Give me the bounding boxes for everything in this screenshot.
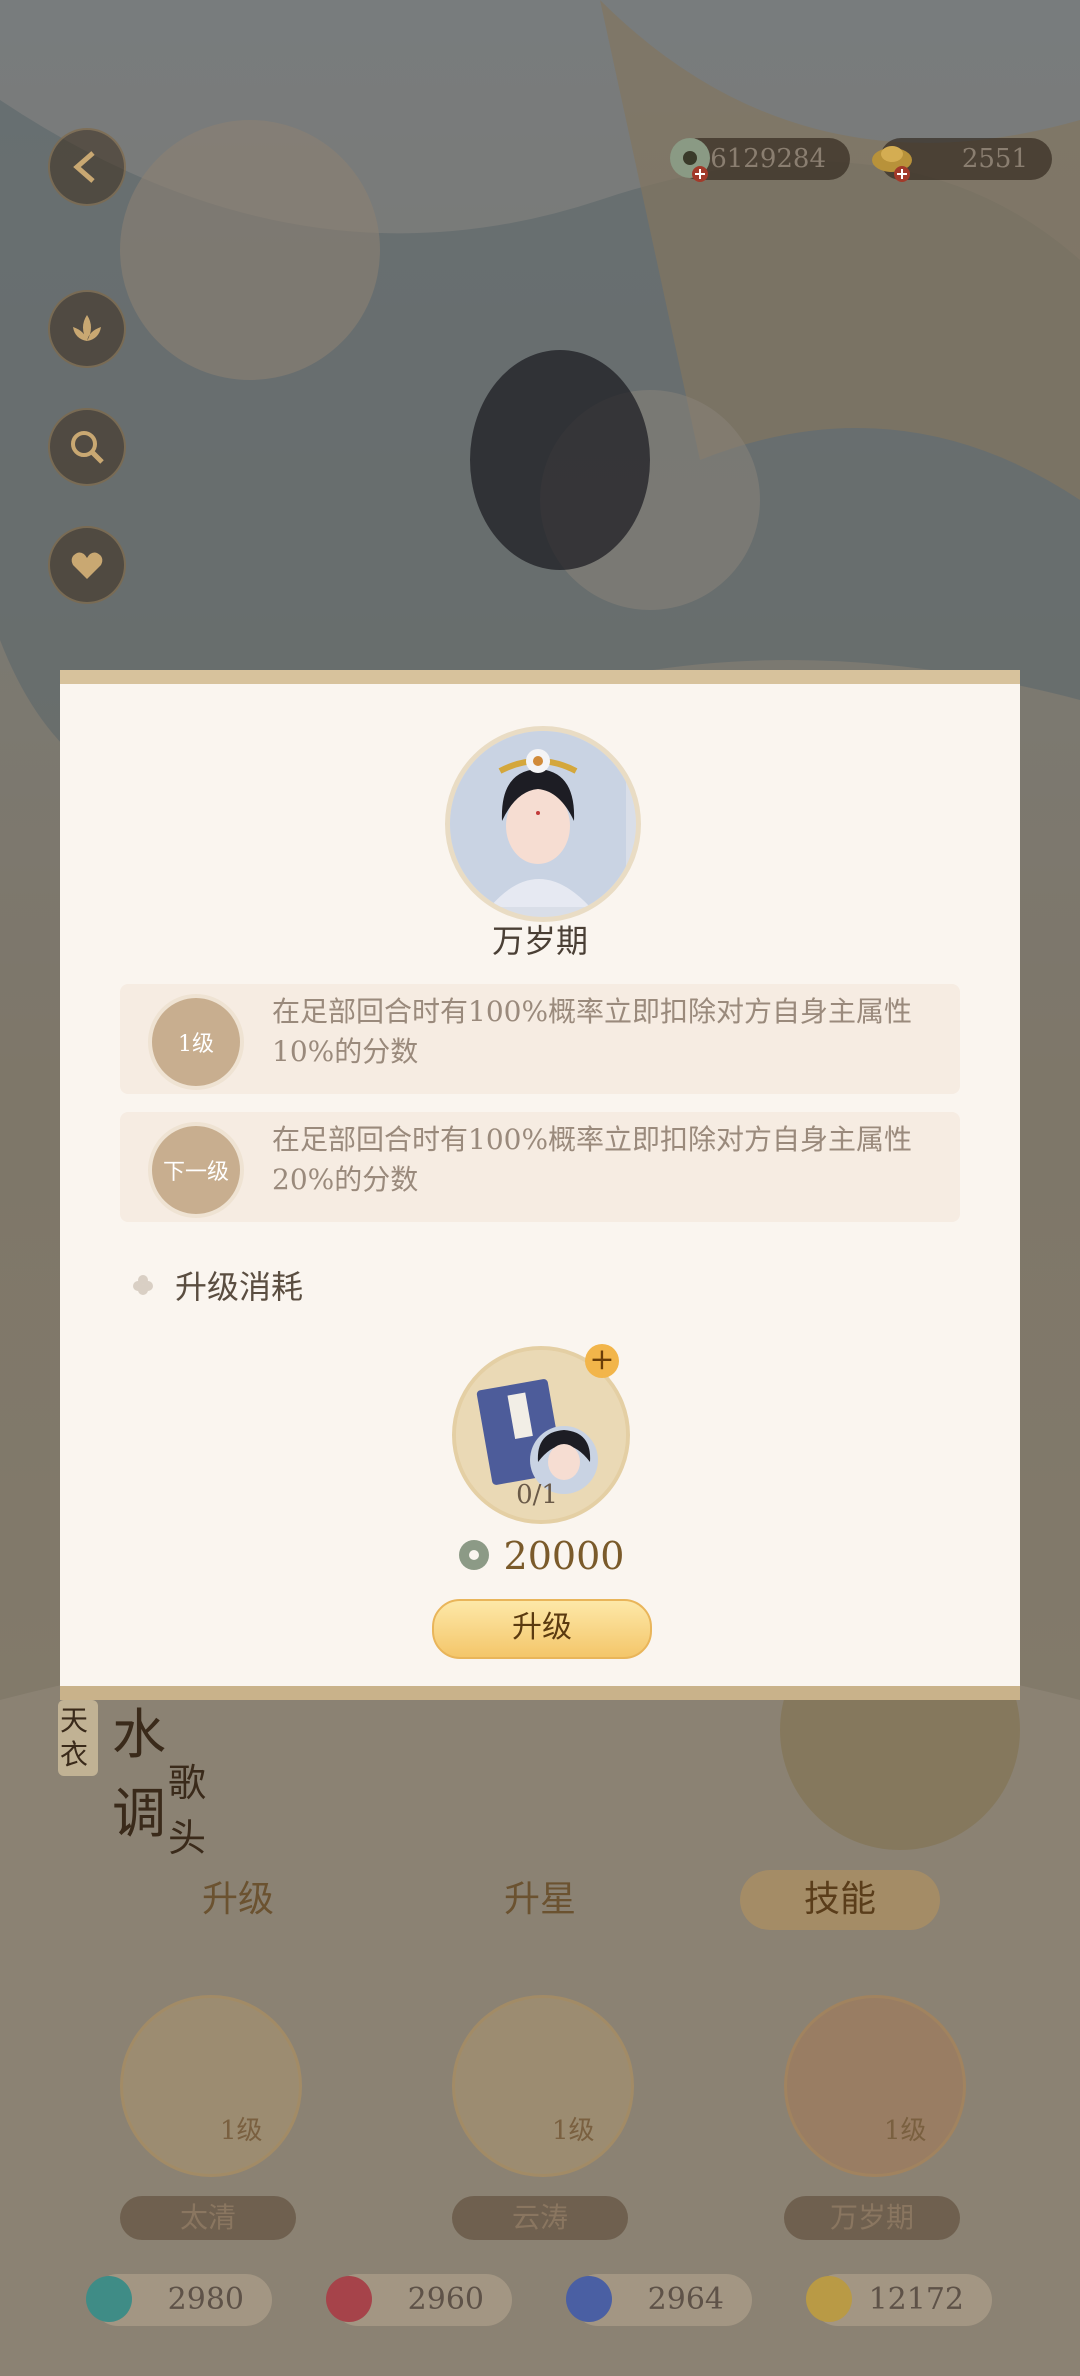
jade-coin-icon [670, 138, 710, 182]
stat-gold-value: 12172 [868, 2282, 964, 2317]
skill-name-yuntao: 云涛 [452, 2196, 628, 2240]
jade-coin-icon [458, 1540, 489, 1570]
upgrade-cost: 20000 [60, 1534, 1020, 1578]
item-count: 0/1 [516, 1480, 558, 1510]
costume-title-sub: 歌头 [168, 1761, 207, 1860]
jade-value: 6129284 [710, 144, 826, 174]
upgrade-cost-value: 20000 [503, 1534, 625, 1578]
stat-gold: 12172 [806, 2274, 992, 2326]
stat-red-value: 2960 [407, 2282, 484, 2317]
stat-red: 2960 [326, 2274, 512, 2326]
skill-name-wansuiqi: 万岁期 [784, 2196, 960, 2240]
blue-snowflake-icon [566, 2276, 612, 2322]
skill-wansuiqi-level: 1级 [884, 2116, 927, 2146]
skill-avatar [445, 726, 641, 922]
teal-flower-icon [86, 2276, 132, 2322]
costume-title-main: 水调 [112, 1703, 166, 1845]
character-portrait [450, 731, 626, 907]
stat-teal-value: 2980 [167, 2282, 244, 2317]
gold-ingot-icon [872, 146, 912, 182]
favorite-button[interactable] [48, 526, 126, 604]
red-lotus-icon [326, 2276, 372, 2322]
search-button[interactable] [48, 408, 126, 486]
skill-upgrade-dialog: 万岁期 1级 在足部回合时有100%概率立即扣除对方自身主属性10%的分数 下一… [60, 670, 1020, 1700]
add-item-button[interactable]: + [585, 1344, 619, 1378]
tab-skill[interactable]: 技能 [740, 1870, 940, 1930]
stat-teal: 2980 [86, 2274, 272, 2326]
lotus-button[interactable] [48, 290, 126, 368]
next-level-text: 在足部回合时有100%概率立即扣除对方自身主属性20%的分数 [272, 1123, 913, 1196]
next-level-row: 下一级 在足部回合时有100%概率立即扣除对方自身主属性20%的分数 [120, 1112, 960, 1222]
tab-upgrade[interactable]: 升级 [138, 1870, 338, 1930]
next-level-badge: 下一级 [148, 1122, 244, 1218]
currency-jade[interactable]: 6129284 [670, 138, 850, 182]
current-level-row: 1级 在足部回合时有100%概率立即扣除对方自身主属性10%的分数 [120, 984, 960, 1094]
upgrade-cost-title: 升级消耗 [175, 1268, 304, 1306]
currency-gold[interactable]: 2551 [872, 138, 1052, 182]
search-icon [71, 431, 104, 464]
stat-blue-value: 2964 [647, 2282, 724, 2317]
current-level-text: 在足部回合时有100%概率立即扣除对方自身主属性10%的分数 [272, 995, 913, 1068]
skill-taiqing[interactable] [120, 1995, 302, 2177]
tab-star[interactable]: 升星 [440, 1870, 640, 1930]
gold-moon-icon [806, 2276, 852, 2322]
skill-taiqing-level: 1级 [220, 2116, 263, 2146]
upgrade-button[interactable]: 升级 [432, 1599, 652, 1659]
costume-tag: 天衣 [58, 1700, 98, 1776]
skill-wansuiqi[interactable] [784, 1995, 966, 2177]
skill-title: 万岁期 [491, 922, 588, 960]
current-level-badge: 1级 [148, 994, 244, 1090]
heart-icon [71, 552, 103, 579]
gold-value: 2551 [961, 144, 1028, 174]
stat-blue: 2964 [566, 2274, 752, 2326]
lotus-icon [73, 315, 101, 341]
skill-yuntao[interactable] [452, 1995, 634, 2177]
back-button[interactable] [48, 128, 126, 206]
skill-name-taiqing: 太清 [120, 2196, 296, 2240]
clover-icon [133, 1275, 153, 1295]
back-arrow-icon [73, 151, 95, 183]
skill-yuntao-level: 1级 [552, 2116, 595, 2146]
